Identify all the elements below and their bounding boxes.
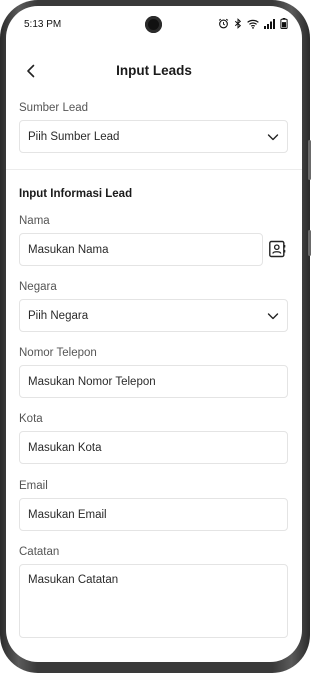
city-label: Kota	[19, 413, 43, 425]
volume-button	[308, 140, 311, 180]
contact-picker-button[interactable]	[268, 238, 286, 260]
contact-book-icon	[269, 240, 286, 258]
email-placeholder: Masukan Email	[28, 508, 107, 521]
battery-icon	[280, 18, 288, 29]
status-bar: 5:13 PM	[6, 6, 302, 42]
country-select-value: Piih Negara	[28, 309, 89, 322]
signal-icon	[264, 18, 275, 29]
notes-label: Catatan	[19, 546, 60, 558]
section-divider	[6, 169, 302, 170]
notes-textarea[interactable]: Masukan Catatan	[19, 564, 288, 638]
chevron-down-icon	[267, 134, 279, 141]
phone-input[interactable]: Masukan Nomor Telepon	[19, 365, 288, 398]
email-input[interactable]: Masukan Email	[19, 498, 288, 531]
alarm-icon	[218, 18, 229, 29]
front-camera	[145, 16, 162, 33]
city-input[interactable]: Masukan Kota	[19, 431, 288, 464]
city-placeholder: Masukan Kota	[28, 441, 102, 454]
screen: 5:13 PM Input Leads Sumber Lead Piih Sum…	[6, 6, 302, 662]
section-title: Input Informasi Lead	[19, 188, 133, 200]
status-icons	[218, 18, 288, 29]
app-header: Input Leads	[6, 56, 302, 86]
name-input[interactable]: Masukan Nama	[19, 233, 263, 266]
wifi-icon	[247, 19, 259, 29]
source-select-value: Piih Sumber Lead	[28, 130, 120, 143]
name-label: Nama	[19, 215, 50, 227]
name-placeholder: Masukan Nama	[28, 243, 109, 256]
phone-placeholder: Masukan Nomor Telepon	[28, 375, 156, 388]
country-select[interactable]: Piih Negara	[19, 299, 288, 332]
bluetooth-icon	[234, 18, 242, 29]
page-title: Input Leads	[116, 63, 192, 78]
notes-placeholder: Masukan Catatan	[28, 574, 119, 586]
phone-label: Nomor Telepon	[19, 347, 97, 359]
email-label: Email	[19, 480, 48, 492]
source-label: Sumber Lead	[19, 102, 89, 114]
status-time: 5:13 PM	[24, 19, 62, 30]
country-label: Negara	[19, 281, 57, 293]
phone-frame: 5:13 PM Input Leads Sumber Lead Piih Sum…	[0, 0, 311, 673]
source-select[interactable]: Piih Sumber Lead	[19, 120, 288, 153]
chevron-down-icon	[267, 313, 279, 320]
power-button	[308, 230, 311, 256]
